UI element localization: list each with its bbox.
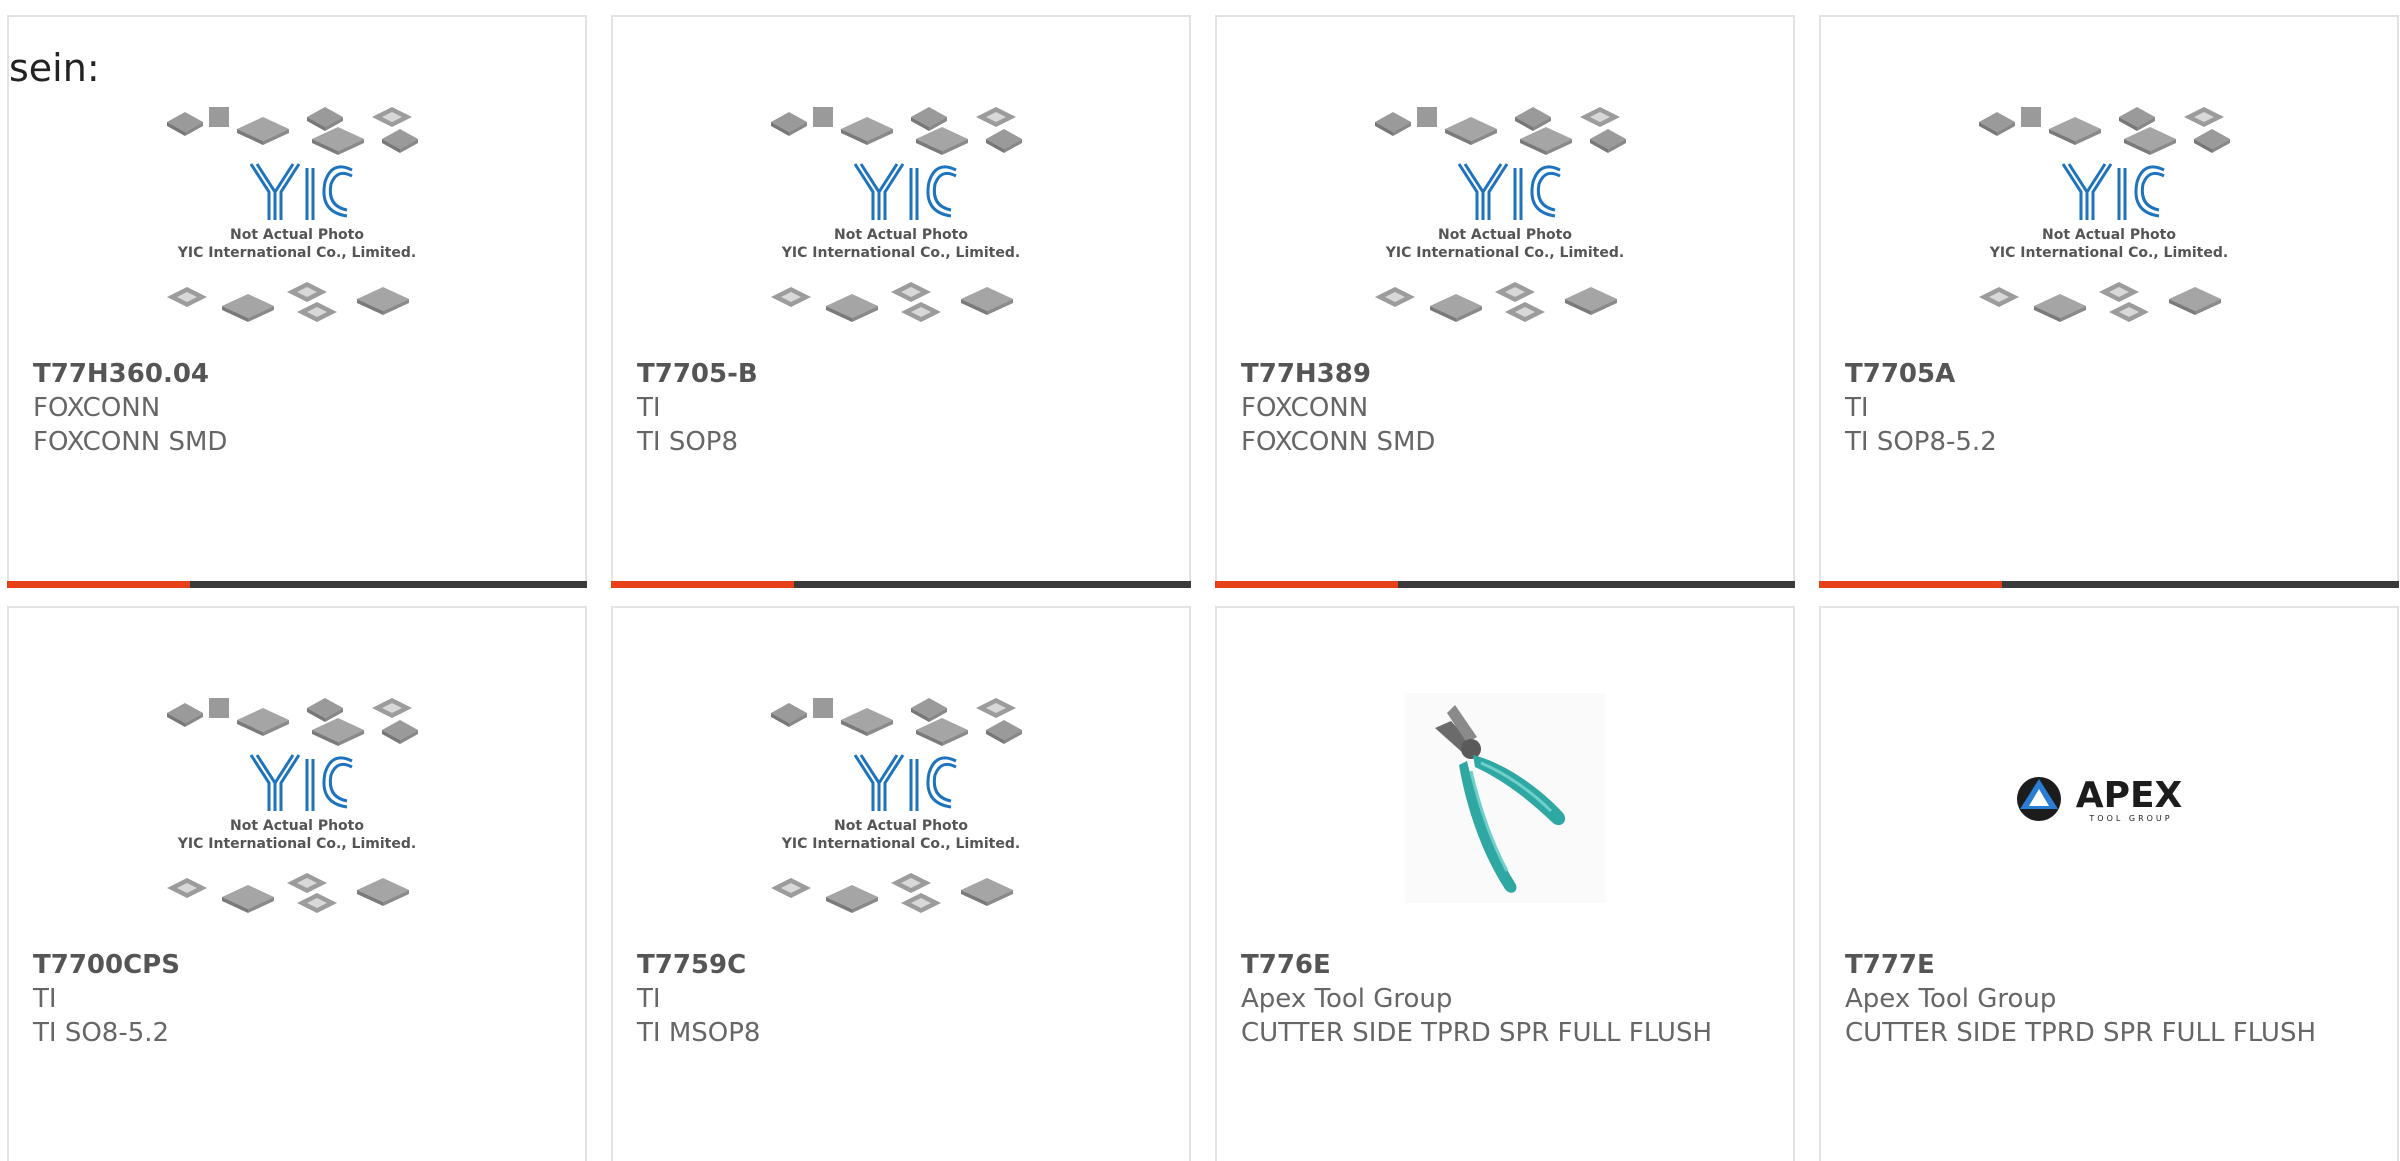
placeholder-caption-line1: Not Actual Photo [2042,227,2176,243]
part-number[interactable]: T776E [1241,948,1769,982]
manufacturer: FOXCONN [33,393,161,423]
chip-square-icon [2021,107,2041,127]
chip-square-icon [813,698,833,718]
description: TI SOP8 [637,427,739,457]
product-info: T7759C TI TI MSOP8 [637,948,1165,1050]
card-bottom-bar [1819,581,2399,588]
manufacturer: Apex Tool Group [1845,984,2057,1014]
description: FOXCONN SMD [33,427,228,457]
product-image[interactable]: Not Actual Photo YIC International Co., … [9,693,585,953]
manufacturer: Apex Tool Group [1241,984,1453,1014]
product-info: T777E Apex Tool Group CUTTER SIDE TPRD S… [1845,948,2373,1050]
plier-photo [1405,693,1605,903]
product-card[interactable]: sein: Not Actual Photo YIC International… [7,15,587,588]
description: FOXCONN SMD [1241,427,1436,457]
page: sein: Not Actual Photo YIC International… [0,0,2400,1161]
product-card[interactable]: Not Actual Photo YIC International Co., … [1215,15,1795,588]
placeholder-caption-line2: YIC International Co., Limited. [177,836,416,852]
placeholder-caption-line2: YIC International Co., Limited. [781,245,1020,261]
product-info: T7705-B TI TI SOP8 [637,357,1165,459]
yic-placeholder-image: Not Actual Photo YIC International Co., … [1375,107,1626,322]
yic-logo [853,754,957,811]
manufacturer: TI [637,984,661,1014]
yic-logo [853,163,957,220]
product-info: T776E Apex Tool Group CUTTER SIDE TPRD S… [1241,948,1769,1050]
description: TI SO8-5.2 [33,1018,170,1048]
product-info: T77H389 FOXCONN FOXCONN SMD [1241,357,1769,459]
product-image[interactable] [1217,693,1793,953]
yic-placeholder-image: Not Actual Photo YIC International Co., … [771,107,1022,322]
product-card[interactable]: Not Actual Photo YIC International Co., … [611,606,1191,1161]
product-info: T7700CPS TI TI SO8-5.2 [33,948,561,1050]
card-bottom-bar [7,581,587,588]
placeholder-caption-line2: YIC International Co., Limited. [1385,245,1624,261]
yic-logo [249,754,353,811]
yic-placeholder-image: Not Actual Photo YIC International Co., … [167,107,418,322]
part-number[interactable]: T7759C [637,948,1165,982]
product-card[interactable]: T776E Apex Tool Group CUTTER SIDE TPRD S… [1215,606,1795,1161]
manufacturer: TI [1845,393,1869,423]
placeholder-caption-line2: YIC International Co., Limited. [781,836,1020,852]
placeholder-caption-line2: YIC International Co., Limited. [177,245,416,261]
description: TI MSOP8 [637,1018,761,1048]
lead-text: sein: [9,46,100,90]
card-accent-bar [7,581,190,588]
apex-logo-word: APEX [2076,775,2183,816]
product-image[interactable]: Not Actual Photo YIC International Co., … [9,102,585,362]
description: CUTTER SIDE TPRD SPR FULL FLUSH [1845,1018,2317,1048]
manufacturer: TI [637,393,661,423]
part-number[interactable]: T77H389 [1241,357,1769,391]
product-image[interactable]: Not Actual Photo YIC International Co., … [613,693,1189,953]
part-number[interactable]: T777E [1845,948,2373,982]
card-bottom-bar [1215,581,1795,588]
product-card[interactable]: Not Actual Photo YIC International Co., … [7,606,587,1161]
chip-square-icon [209,107,229,127]
part-number[interactable]: T7700CPS [33,948,561,982]
description: CUTTER SIDE TPRD SPR FULL FLUSH [1241,1018,1713,1048]
product-image[interactable]: Not Actual Photo YIC International Co., … [1217,102,1793,362]
apex-triangle-icon [2017,777,2061,821]
card-accent-bar [611,581,794,588]
product-card[interactable]: Not Actual Photo YIC International Co., … [1819,15,2399,588]
manufacturer: TI [33,984,57,1014]
manufacturer: FOXCONN [1241,393,1369,423]
yic-placeholder-image: Not Actual Photo YIC International Co., … [167,698,418,913]
chip-square-icon [1417,107,1437,127]
yic-logo [249,163,353,220]
yic-placeholder-image: Not Actual Photo YIC International Co., … [1979,107,2230,322]
description: TI SOP8-5.2 [1845,427,1997,457]
placeholder-caption-line1: Not Actual Photo [834,227,968,243]
product-image[interactable]: Not Actual Photo YIC International Co., … [613,102,1189,362]
part-number[interactable]: T7705A [1845,357,2373,391]
product-info: T77H360.04 FOXCONN FOXCONN SMD [33,357,561,459]
card-bottom-bar [611,581,1191,588]
part-number[interactable]: T77H360.04 [33,357,561,391]
placeholder-caption-line1: Not Actual Photo [230,227,364,243]
product-image[interactable]: Not Actual Photo YIC International Co., … [1821,102,2397,362]
part-number[interactable]: T7705-B [637,357,1165,391]
product-card[interactable]: Not Actual Photo YIC International Co., … [611,15,1191,588]
product-card[interactable]: APEX TOOL GROUP T777E Apex Tool Group CU… [1819,606,2399,1161]
placeholder-caption-line1: Not Actual Photo [834,818,968,834]
yic-logo [1457,163,1561,220]
apex-logo-sub: TOOL GROUP [2088,814,2172,823]
product-image[interactable]: APEX TOOL GROUP [1821,693,2397,953]
product-info: T7705A TI TI SOP8-5.2 [1845,357,2373,459]
apex-logo: APEX TOOL GROUP [2017,775,2183,823]
placeholder-caption-line1: Not Actual Photo [230,818,364,834]
yic-placeholder-image: Not Actual Photo YIC International Co., … [771,698,1022,913]
card-accent-bar [1819,581,2002,588]
placeholder-caption-line1: Not Actual Photo [1438,227,1572,243]
placeholder-caption-line2: YIC International Co., Limited. [1989,245,2228,261]
chip-square-icon [209,698,229,718]
product-grid: sein: Not Actual Photo YIC International… [7,15,2399,1161]
card-accent-bar [1215,581,1398,588]
yic-logo [2061,163,2165,220]
chip-square-icon [813,107,833,127]
